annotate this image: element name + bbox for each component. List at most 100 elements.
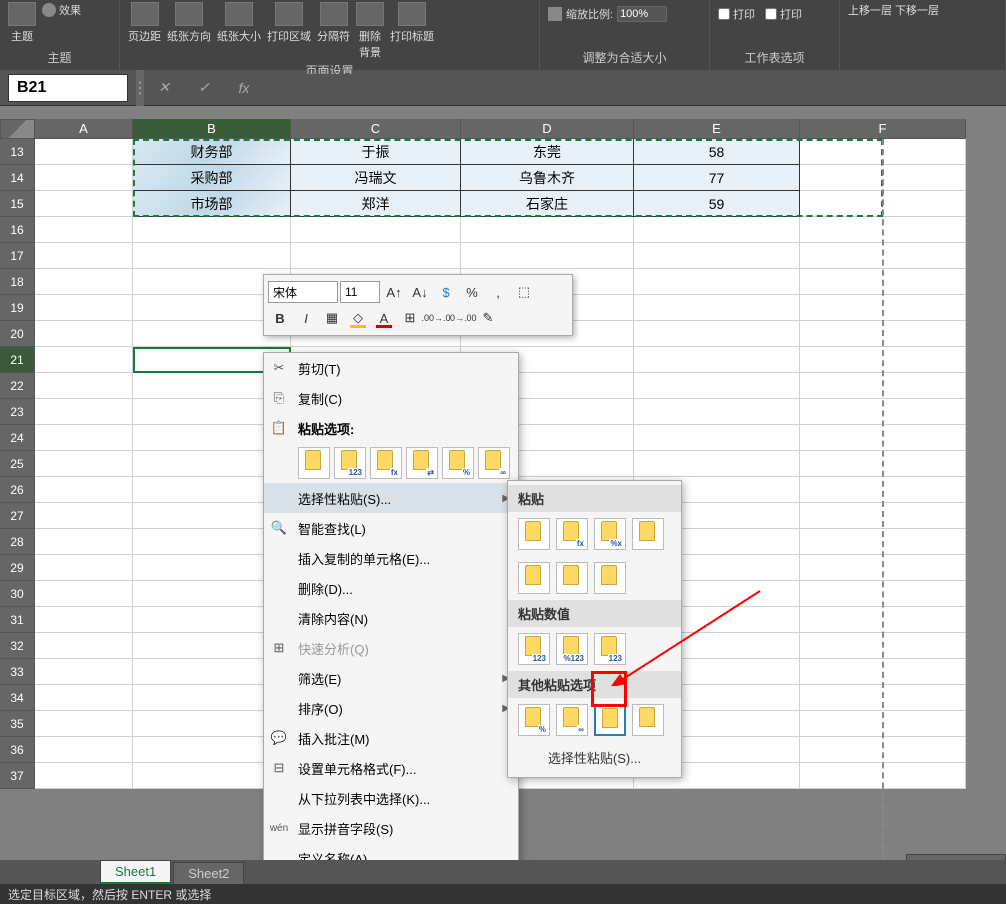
- select-all-corner[interactable]: [0, 119, 35, 139]
- paste-special-item[interactable]: 选择性粘贴(S)... ▶: [264, 483, 518, 513]
- cell-E22[interactable]: [634, 373, 800, 399]
- cell-F20[interactable]: [800, 321, 966, 347]
- cell-F15[interactable]: [800, 191, 966, 217]
- cell-C15[interactable]: 郑洋: [291, 191, 461, 217]
- cell-A20[interactable]: [35, 321, 133, 347]
- theme-button[interactable]: 主题: [8, 2, 36, 44]
- paste-formulas-icon[interactable]: fx: [370, 447, 402, 479]
- sm-formatting-icon[interactable]: %: [518, 704, 550, 736]
- cell-A24[interactable]: [35, 425, 133, 451]
- merge-icon[interactable]: ⬚: [512, 281, 536, 303]
- row-header-28[interactable]: 28: [0, 529, 35, 555]
- sm-paste-formulas-fmt-icon[interactable]: %x: [594, 518, 626, 550]
- row-header-22[interactable]: 22: [0, 373, 35, 399]
- cell-F31[interactable]: [800, 607, 966, 633]
- sm-values-icon[interactable]: 123: [518, 633, 550, 665]
- increase-font-icon[interactable]: A↑: [382, 281, 406, 303]
- cell-A17[interactable]: [35, 243, 133, 269]
- cell-A21[interactable]: [35, 347, 133, 373]
- cell-E17[interactable]: [634, 243, 800, 269]
- row-header-27[interactable]: 27: [0, 503, 35, 529]
- format-painter-icon[interactable]: ✎: [476, 307, 500, 329]
- cell-A37[interactable]: [35, 763, 133, 789]
- effects-button[interactable]: 效果: [42, 2, 81, 18]
- cell-A27[interactable]: [35, 503, 133, 529]
- col-header-F[interactable]: F: [800, 119, 966, 139]
- cell-B16[interactable]: [133, 217, 291, 243]
- cell-F30[interactable]: [800, 581, 966, 607]
- cell-A13[interactable]: [35, 139, 133, 165]
- cell-D14[interactable]: 乌鲁木齐: [461, 165, 634, 191]
- format-cells-item[interactable]: ⊟ 设置单元格格式(F)...: [264, 753, 518, 783]
- cell-E19[interactable]: [634, 295, 800, 321]
- decrease-font-icon[interactable]: A↓: [408, 281, 432, 303]
- cell-E20[interactable]: [634, 321, 800, 347]
- sm-paste-noborder-icon[interactable]: [518, 562, 550, 594]
- row-header-14[interactable]: 14: [0, 165, 35, 191]
- confirm-button[interactable]: ✓: [184, 74, 224, 102]
- cell-A31[interactable]: [35, 607, 133, 633]
- row-header-31[interactable]: 31: [0, 607, 35, 633]
- cell-F36[interactable]: [800, 737, 966, 763]
- cell-F22[interactable]: [800, 373, 966, 399]
- row-header-21[interactable]: 21: [0, 347, 35, 373]
- fb-separator[interactable]: ⋮: [136, 70, 144, 106]
- cell-B15[interactable]: 市场部: [133, 191, 291, 217]
- cell-F25[interactable]: [800, 451, 966, 477]
- show-pinyin-item[interactable]: wén 显示拼音字段(S): [264, 813, 518, 843]
- cell-F32[interactable]: [800, 633, 966, 659]
- font-color-icon[interactable]: A: [372, 307, 396, 329]
- cell-E23[interactable]: [634, 399, 800, 425]
- copy-item[interactable]: ⎘ 复制(C): [264, 383, 518, 413]
- row-header-36[interactable]: 36: [0, 737, 35, 763]
- cell-F34[interactable]: [800, 685, 966, 711]
- print-titles-button[interactable]: 打印标题: [390, 2, 434, 44]
- filter-item[interactable]: 筛选(E) ▶: [264, 663, 518, 693]
- orientation-button[interactable]: 纸张方向: [167, 2, 211, 44]
- cell-B14[interactable]: 采购部: [133, 165, 291, 191]
- cell-E15[interactable]: 59: [634, 191, 800, 217]
- row-header-26[interactable]: 26: [0, 477, 35, 503]
- paste-transpose-icon[interactable]: ⇄: [406, 447, 438, 479]
- cell-F16[interactable]: [800, 217, 966, 243]
- cell-B13[interactable]: 财务部: [133, 139, 291, 165]
- cell-A36[interactable]: [35, 737, 133, 763]
- cell-C13[interactable]: 于振: [291, 139, 461, 165]
- accounting-format-icon[interactable]: $: [434, 281, 458, 303]
- italic-button[interactable]: I: [294, 307, 318, 329]
- col-header-A[interactable]: A: [35, 119, 133, 139]
- cell-D17[interactable]: [461, 243, 634, 269]
- cut-item[interactable]: ✂ 剪切(T): [264, 353, 518, 383]
- cell-F33[interactable]: [800, 659, 966, 685]
- col-header-B[interactable]: B: [133, 119, 291, 139]
- insert-comment-item[interactable]: 💬 插入批注(M): [264, 723, 518, 753]
- col-header-D[interactable]: D: [461, 119, 634, 139]
- cell-D16[interactable]: [461, 217, 634, 243]
- cell-A29[interactable]: [35, 555, 133, 581]
- cell-A25[interactable]: [35, 451, 133, 477]
- paste-all-icon[interactable]: [298, 447, 330, 479]
- row-header-17[interactable]: 17: [0, 243, 35, 269]
- row-header-20[interactable]: 20: [0, 321, 35, 347]
- percent-icon[interactable]: %: [460, 281, 484, 303]
- cell-A34[interactable]: [35, 685, 133, 711]
- size-button[interactable]: 纸张大小: [217, 2, 261, 44]
- row-header-32[interactable]: 32: [0, 633, 35, 659]
- name-box[interactable]: B21: [8, 74, 128, 102]
- borders-icon[interactable]: ⊞: [398, 307, 422, 329]
- paste-formatting-icon[interactable]: %: [442, 447, 474, 479]
- print-area-button[interactable]: 打印区域: [267, 2, 311, 44]
- cell-C17[interactable]: [291, 243, 461, 269]
- sm-link-icon[interactable]: ∞: [556, 704, 588, 736]
- cell-A30[interactable]: [35, 581, 133, 607]
- cell-F14[interactable]: [800, 165, 966, 191]
- cell-F28[interactable]: [800, 529, 966, 555]
- cell-F27[interactable]: [800, 503, 966, 529]
- cell-F24[interactable]: [800, 425, 966, 451]
- row-header-19[interactable]: 19: [0, 295, 35, 321]
- row-header-15[interactable]: 15: [0, 191, 35, 217]
- delete-item[interactable]: 删除(D)...: [264, 573, 518, 603]
- cell-E25[interactable]: [634, 451, 800, 477]
- cell-A19[interactable]: [35, 295, 133, 321]
- col-header-E[interactable]: E: [634, 119, 800, 139]
